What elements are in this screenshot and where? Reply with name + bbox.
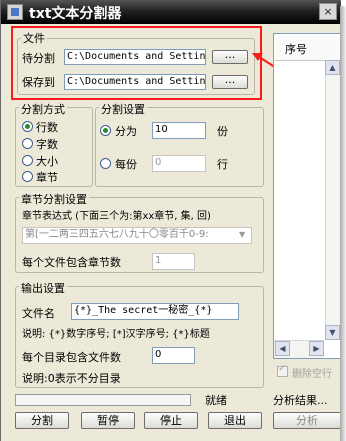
file-group-title: 文件 [21,30,47,46]
radio-chapter[interactable] [22,171,33,182]
radio-every[interactable] [100,158,111,169]
app-icon [7,4,23,20]
window-shadow [340,6,346,441]
filename-input[interactable]: {*}_The secret一秘密_{*} [71,303,239,320]
chapter-expr-select[interactable]: 第[一二两三四五六七八九十〇零百千0-9: [22,227,252,244]
scroll-up-icon[interactable]: ▲ [325,60,340,75]
every-unit-label: 行 [217,158,228,171]
analyze-result-label: 分析结果... [273,394,328,407]
split-button[interactable]: 分割 [15,412,69,429]
radio-size-label: 大小 [36,155,58,168]
analyze-button[interactable]: 分析 [273,412,341,429]
save-to-input[interactable]: C:\Documents and Setting [64,74,206,90]
column-header-label: 序号 [285,43,307,56]
column-header[interactable]: 序号 [275,35,341,61]
window-title: txt文本分割器 [29,6,122,22]
radio-lines[interactable] [22,121,33,132]
dir-note: 说明:0表示不分目录 [22,372,121,385]
output-group-title: 输出设置 [19,280,67,296]
browse-split-button[interactable]: ... [212,49,248,64]
every-count-input[interactable]: 0 [152,155,206,172]
split-file-label: 待分割 [22,52,55,65]
divide-unit-label: 份 [217,125,228,138]
progress-bar [15,394,191,406]
delete-empty-label: 删除空行 [292,369,332,380]
exit-button[interactable]: 退出 [208,412,262,429]
scroll-right-icon[interactable]: ▶ [309,341,324,356]
chapter-group-title: 章节分割设置 [19,191,89,207]
radio-divide[interactable] [100,125,111,136]
radio-chars[interactable] [22,138,33,149]
chevron-down-icon[interactable]: ▼ [239,230,245,239]
split-mode-title: 分割方式 [19,101,67,117]
files-per-dir-label: 每个目录包含文件数 [22,351,121,364]
checkmark-icon: ✓ [278,363,287,374]
browse-save-button[interactable]: ... [212,74,248,89]
chapters-per-file-label: 每个文件包含章节数 [22,256,121,269]
split-file-input[interactable]: C:\Documents and Setting [64,49,206,65]
files-per-dir-input[interactable]: 0 [152,347,195,364]
save-to-label: 保存到 [22,76,55,89]
close-button[interactable]: × [319,3,337,20]
radio-size[interactable] [22,155,33,166]
split-settings-group [95,107,264,187]
scroll-left-icon[interactable]: ◀ [275,341,290,356]
radio-chars-label: 字数 [36,138,58,151]
split-settings-title: 分割设置 [99,101,147,117]
stop-button[interactable]: 停止 [144,412,198,429]
radio-lines-label: 行数 [36,121,58,134]
title-bar[interactable]: txt文本分割器 × [1,0,341,24]
filename-desc: 说明: {*}数字序号; [*]汉字序号; {*}标题 [22,329,210,340]
vertical-scrollbar[interactable] [325,60,341,340]
radio-chapter-label: 章节 [36,171,58,184]
chapters-per-file-input[interactable]: 1 [152,253,195,270]
status-text: 就绪 [205,394,227,407]
radio-every-label: 每份 [115,158,137,171]
app-window: txt文本分割器 × 文件 待分割 C:\Documents and Setti… [0,0,341,441]
divide-count-input[interactable]: 10 [152,122,206,139]
chapter-expr-label: 章节表达式 (下面三个为:第xx章节, 集, 回) [22,211,211,222]
filename-label: 文件名 [22,307,55,320]
radio-divide-label: 分为 [115,125,137,138]
pause-button[interactable]: 暂停 [81,412,135,429]
scroll-down-icon[interactable]: ▼ [325,325,340,340]
